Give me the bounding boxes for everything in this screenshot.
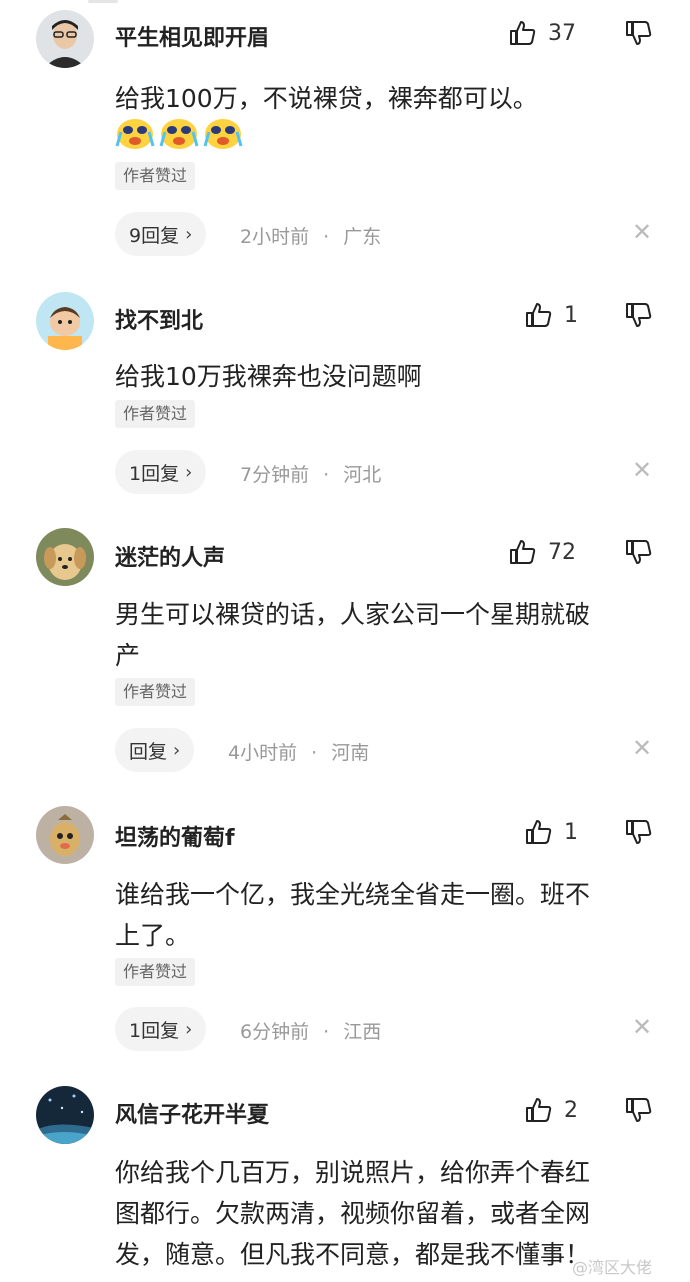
thumbs-down-outline-icon[interactable] — [624, 300, 654, 330]
reply-count-label: 1回复 — [129, 1019, 180, 1042]
avatar-puppy-icon — [36, 528, 94, 586]
view-replies-button[interactable]: 1回复 › — [115, 450, 207, 494]
view-replies-button[interactable]: 回复 › — [115, 728, 195, 772]
comment-text: 给我100万，不说裸贷，裸奔都可以。 — [115, 84, 538, 113]
username[interactable]: 风信子花开半夏 — [115, 1097, 269, 1129]
watermark: @湾区大佬 — [572, 1258, 653, 1277]
chevron-right-icon: › — [185, 461, 193, 483]
like-button[interactable]: 72 — [508, 537, 576, 567]
like-button[interactable]: 37 — [508, 18, 576, 48]
reply-count-label: 1回复 — [129, 462, 180, 485]
comment-text-line: 产 — [115, 641, 141, 670]
comment-text: 男生可以裸贷的话，人家公司一个星期就破 产 — [115, 594, 665, 676]
close-icon[interactable]: ✕ — [632, 456, 652, 484]
author-liked-badge: 作者赞过 — [115, 958, 196, 986]
like-count: 2 — [564, 1097, 578, 1123]
close-icon[interactable]: ✕ — [632, 218, 652, 246]
comment-meta: 7分钟前 · 河北 — [240, 460, 381, 487]
avatar[interactable] — [36, 10, 94, 68]
username[interactable]: 坦荡的葡萄f — [115, 820, 235, 852]
emoji-row — [115, 116, 243, 150]
comment-text-line: 你给我个几百万，别说照片，给你弄个春红 — [115, 1158, 591, 1187]
close-icon[interactable]: ✕ — [632, 1013, 652, 1041]
reply-count-label: 9回复 — [129, 224, 180, 247]
like-button[interactable]: 1 — [524, 817, 578, 847]
view-replies-button[interactable]: 1回复 › — [115, 1007, 207, 1051]
like-button[interactable]: 2 — [524, 1095, 578, 1125]
thumbs-down-outline-icon[interactable] — [624, 18, 654, 48]
crying-emoji-icon — [159, 119, 199, 149]
author-liked-badge: 作者赞过 — [115, 678, 196, 706]
comment-text-line: 图都行。欠款两清，视频你留着，或者全网 — [115, 1199, 591, 1228]
thumbs-up-outline-icon — [510, 21, 536, 45]
location: 河南 — [331, 742, 370, 764]
comment-meta: 6分钟前 · 江西 — [240, 1017, 381, 1044]
thumbs-up-outline-icon — [510, 540, 536, 564]
close-icon[interactable]: ✕ — [632, 734, 652, 762]
crying-emoji-icon — [115, 119, 155, 149]
author-liked-badge: 作者赞过 — [115, 400, 196, 428]
timestamp: 7分钟前 — [240, 464, 310, 486]
thumbs-down-outline-icon[interactable] — [624, 1095, 654, 1125]
avatar-starry-night-icon — [36, 1086, 94, 1144]
chevron-right-icon: › — [173, 739, 181, 761]
thumbs-up-outline-icon — [526, 303, 552, 327]
comment-meta: 4小时前 · 河南 — [228, 738, 369, 765]
username[interactable]: 找不到北 — [115, 303, 203, 335]
timestamp: 2小时前 — [240, 226, 310, 248]
username[interactable]: 平生相见即开眉 — [115, 20, 269, 52]
meta-separator: · — [323, 1021, 330, 1043]
meta-separator: · — [323, 464, 330, 486]
view-replies-button[interactable]: 9回复 › — [115, 212, 207, 256]
reply-count-label: 回复 — [129, 740, 168, 763]
author-liked-badge: 作者赞过 — [115, 162, 196, 190]
timestamp: 4小时前 — [228, 742, 298, 764]
avatar-baby-icon — [36, 292, 94, 350]
comment-text: 谁给我一个亿，我全光绕全省走一圈。班不 上了。 — [115, 874, 665, 956]
timestamp: 6分钟前 — [240, 1021, 310, 1043]
like-count: 1 — [564, 819, 578, 845]
location: 广东 — [343, 226, 382, 248]
avatar[interactable] — [36, 806, 94, 864]
thumbs-up-outline-icon — [526, 820, 552, 844]
avatar[interactable] — [36, 1086, 94, 1144]
avatar[interactable] — [36, 528, 94, 586]
like-count: 1 — [564, 302, 578, 328]
meta-separator: · — [311, 742, 318, 764]
thumbs-up-outline-icon — [526, 1098, 552, 1122]
chevron-right-icon: › — [185, 223, 193, 245]
location: 江西 — [343, 1021, 382, 1043]
crying-emoji-icon — [203, 119, 243, 149]
comment-text: 给我10万我裸奔也没问题啊 — [115, 362, 422, 391]
avatar-grape-character-icon — [36, 806, 94, 864]
like-button[interactable]: 1 — [524, 300, 578, 330]
username[interactable]: 迷茫的人声 — [115, 540, 225, 572]
chevron-right-icon: › — [185, 1018, 193, 1040]
thumbs-down-outline-icon[interactable] — [624, 537, 654, 567]
location: 河北 — [343, 464, 382, 486]
comment-text-line: 男生可以裸贷的话，人家公司一个星期就破 — [115, 600, 591, 629]
comment-meta: 2小时前 · 广东 — [240, 222, 381, 249]
thumbs-down-outline-icon[interactable] — [624, 817, 654, 847]
comment-text-line: 上了。 — [115, 921, 191, 950]
avatar-man-glasses-icon — [36, 10, 94, 68]
top-scroll-remnant — [88, 0, 118, 3]
meta-separator: · — [323, 226, 330, 248]
like-count: 37 — [548, 20, 576, 46]
comment-text-line: 谁给我一个亿，我全光绕全省走一圈。班不 — [115, 880, 591, 909]
avatar[interactable] — [36, 292, 94, 350]
like-count: 72 — [548, 539, 576, 565]
